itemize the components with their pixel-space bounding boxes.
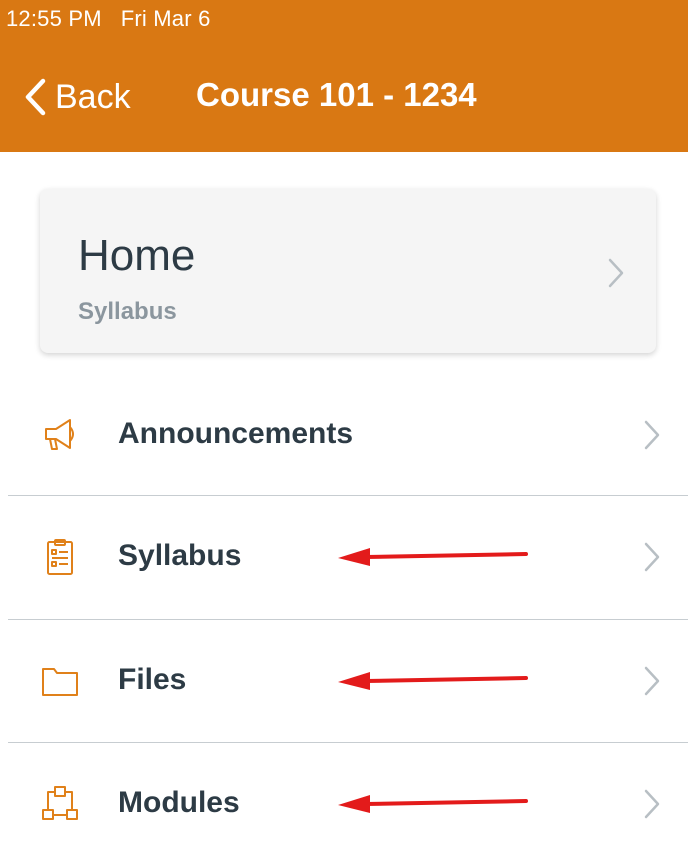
- back-button[interactable]: Back: [24, 74, 131, 120]
- menu-label: Modules: [118, 786, 240, 819]
- chevron-right-icon: [644, 666, 660, 696]
- megaphone-icon: [45, 419, 74, 450]
- menu-item-files[interactable]: Files: [0, 620, 688, 742]
- chevron-right-icon: [644, 789, 660, 819]
- chevron-left-icon: [25, 78, 46, 116]
- home-subtitle: Syllabus: [78, 298, 177, 325]
- menu-label: Announcements: [118, 417, 354, 450]
- menu-label: Files: [118, 663, 187, 696]
- chevron-right-icon: [644, 542, 660, 572]
- back-label: Back: [55, 77, 131, 116]
- page-title: Course 101 - 1234: [196, 76, 477, 113]
- clipboard-icon: [47, 539, 73, 575]
- menu-item-modules[interactable]: Modules: [0, 743, 688, 865]
- status-bar-time: 12:55 PM Fri Mar 6: [6, 6, 211, 32]
- home-card[interactable]: Home Syllabus: [40, 189, 656, 353]
- menu-label: Syllabus: [118, 539, 242, 572]
- menu-item-announcements[interactable]: Announcements: [0, 374, 688, 496]
- header-bar: 12:55 PM Fri Mar 6 Back Course 101 - 123…: [0, 0, 688, 152]
- status-date: Fri Mar 6: [120, 6, 211, 31]
- annotation-arrow: [338, 795, 528, 813]
- annotation-arrow: [338, 672, 528, 690]
- modules-icon: [42, 786, 78, 820]
- folder-icon: [42, 668, 78, 696]
- home-title: Home: [78, 231, 196, 280]
- chevron-right-icon: [608, 258, 624, 288]
- menu-item-syllabus[interactable]: Syllabus: [0, 496, 688, 618]
- status-time: 12:55 PM: [6, 6, 102, 31]
- chevron-right-icon: [644, 420, 660, 450]
- annotation-arrow: [338, 548, 528, 566]
